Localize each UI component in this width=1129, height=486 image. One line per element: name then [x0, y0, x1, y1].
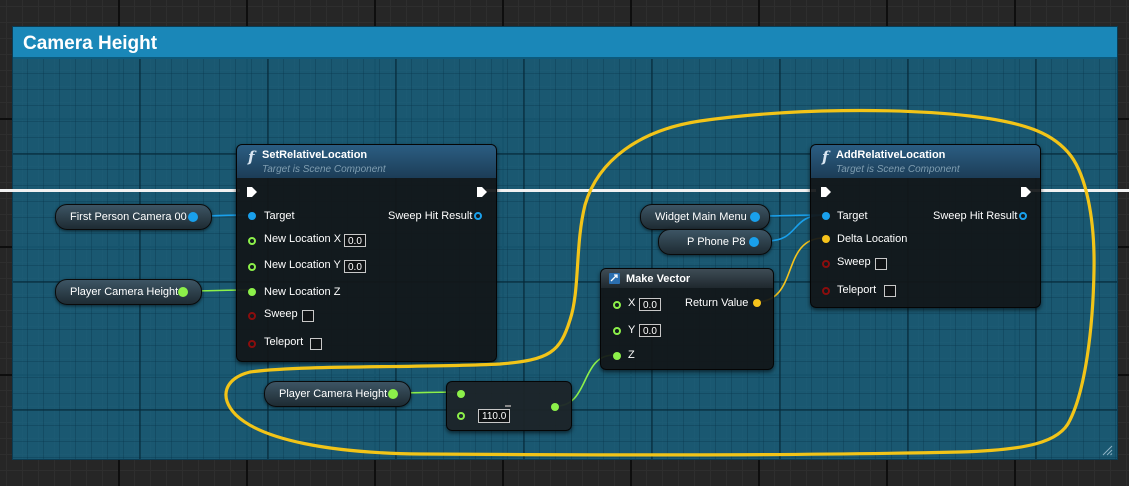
- teleport-checkbox[interactable]: [884, 285, 896, 297]
- sweep-pin[interactable]: [822, 260, 830, 268]
- exec-pin-icon: [477, 187, 487, 197]
- delta-location-label: Delta Location: [837, 233, 908, 245]
- y-label: Y: [628, 324, 636, 336]
- new-location-y-input[interactable]: 0.0: [344, 260, 366, 273]
- node-subtitle: Target is Scene Component: [262, 164, 386, 175]
- sweep-label: Sweep: [264, 308, 298, 320]
- function-icon: f: [248, 148, 255, 166]
- variable-label: Player Camera Height: [279, 388, 388, 400]
- node-title: AddRelativeLocation: [836, 149, 946, 161]
- teleport-label: Teleport: [264, 336, 304, 348]
- add-output-pin[interactable]: [551, 403, 559, 411]
- return-value-label: Return Value: [685, 297, 749, 309]
- node-header: f SetRelativeLocation Target is Scene Co…: [237, 145, 496, 178]
- sweep-label: Sweep: [837, 256, 871, 268]
- add-input-b-pin[interactable]: [457, 412, 465, 420]
- comment-header[interactable]: Camera Height: [13, 27, 1117, 59]
- x-input[interactable]: 0.0: [639, 298, 661, 311]
- variable-label: Widget Main Menu: [655, 211, 747, 223]
- add-float-node[interactable]: 110.0: [446, 381, 572, 431]
- add-input-a-pin[interactable]: [457, 390, 465, 398]
- variable-output-pin[interactable]: [749, 237, 759, 247]
- sweep-hit-label: Sweep Hit Result: [933, 210, 1018, 222]
- exec-pin-icon: [821, 187, 831, 197]
- teleport-checkbox[interactable]: [310, 338, 322, 350]
- delta-location-pin[interactable]: [822, 235, 830, 243]
- target-pin[interactable]: [822, 212, 830, 220]
- sweep-checkbox[interactable]: [875, 258, 887, 270]
- sweep-hit-label: Sweep Hit Result: [388, 210, 473, 222]
- new-location-y-pin[interactable]: [248, 263, 256, 271]
- y-input[interactable]: 0.0: [639, 324, 661, 337]
- z-pin[interactable]: [613, 352, 621, 360]
- node-title: Make Vector: [626, 273, 691, 285]
- spin-indicator: [505, 405, 511, 407]
- variable-label: First Person Camera 00: [70, 211, 187, 223]
- exec-wire-out[interactable]: [1030, 189, 1129, 192]
- add-value-input[interactable]: 110.0: [478, 409, 511, 423]
- make-vector-icon: [609, 273, 620, 284]
- add-relative-location-node[interactable]: f AddRelativeLocation Target is Scene Co…: [810, 144, 1041, 308]
- sweep-checkbox[interactable]: [302, 310, 314, 322]
- set-relative-location-node[interactable]: f SetRelativeLocation Target is Scene Co…: [236, 144, 497, 362]
- comment-title: Camera Height: [23, 33, 158, 54]
- player-camera-height-variable-2[interactable]: Player Camera Height: [264, 381, 411, 407]
- variable-label: Player Camera Height: [70, 286, 179, 298]
- sweep-hit-pin[interactable]: [474, 212, 482, 220]
- x-label: X: [628, 297, 636, 309]
- variable-output-pin[interactable]: [178, 287, 188, 297]
- node-title: SetRelativeLocation: [262, 149, 368, 161]
- new-location-x-input[interactable]: 0.0: [344, 234, 366, 247]
- target-pin[interactable]: [248, 212, 256, 220]
- resize-grip-icon[interactable]: [1101, 444, 1113, 456]
- new-location-y-label: New Location Y: [264, 259, 341, 271]
- new-location-x-pin[interactable]: [248, 237, 256, 245]
- exec-pin-icon: [247, 187, 257, 197]
- node-header: f AddRelativeLocation Target is Scene Co…: [811, 145, 1040, 178]
- variable-label: P Phone P8: [687, 236, 746, 248]
- teleport-pin[interactable]: [248, 340, 256, 348]
- target-label: Target: [837, 210, 868, 222]
- teleport-pin[interactable]: [822, 287, 830, 295]
- first-person-camera-variable[interactable]: First Person Camera 00: [55, 204, 212, 230]
- variable-output-pin[interactable]: [188, 212, 198, 222]
- node-subtitle: Target is Scene Component: [836, 164, 960, 175]
- variable-output-pin[interactable]: [750, 212, 760, 222]
- widget-main-menu-variable[interactable]: Widget Main Menu: [640, 204, 770, 230]
- make-vector-node[interactable]: Make Vector X 0.0 Return Value Y 0.0 Z: [600, 268, 774, 370]
- sweep-pin[interactable]: [248, 312, 256, 320]
- player-camera-height-variable[interactable]: Player Camera Height: [55, 279, 202, 305]
- variable-output-pin[interactable]: [388, 389, 398, 399]
- return-value-pin[interactable]: [753, 299, 761, 307]
- sweep-hit-pin[interactable]: [1019, 212, 1027, 220]
- p-phone-variable[interactable]: P Phone P8: [658, 229, 772, 255]
- y-pin[interactable]: [613, 327, 621, 335]
- new-location-z-label: New Location Z: [264, 286, 341, 298]
- new-location-z-pin[interactable]: [248, 288, 256, 296]
- x-pin[interactable]: [613, 301, 621, 309]
- exec-wire-in[interactable]: [0, 189, 240, 192]
- new-location-x-label: New Location X: [264, 233, 342, 245]
- function-icon: f: [822, 148, 829, 166]
- exec-wire-middle[interactable]: [486, 189, 816, 192]
- teleport-label: Teleport: [837, 284, 877, 296]
- exec-pin-icon: [1021, 187, 1031, 197]
- node-header: Make Vector: [601, 269, 773, 288]
- z-label: Z: [628, 349, 635, 361]
- target-label: Target: [264, 210, 295, 222]
